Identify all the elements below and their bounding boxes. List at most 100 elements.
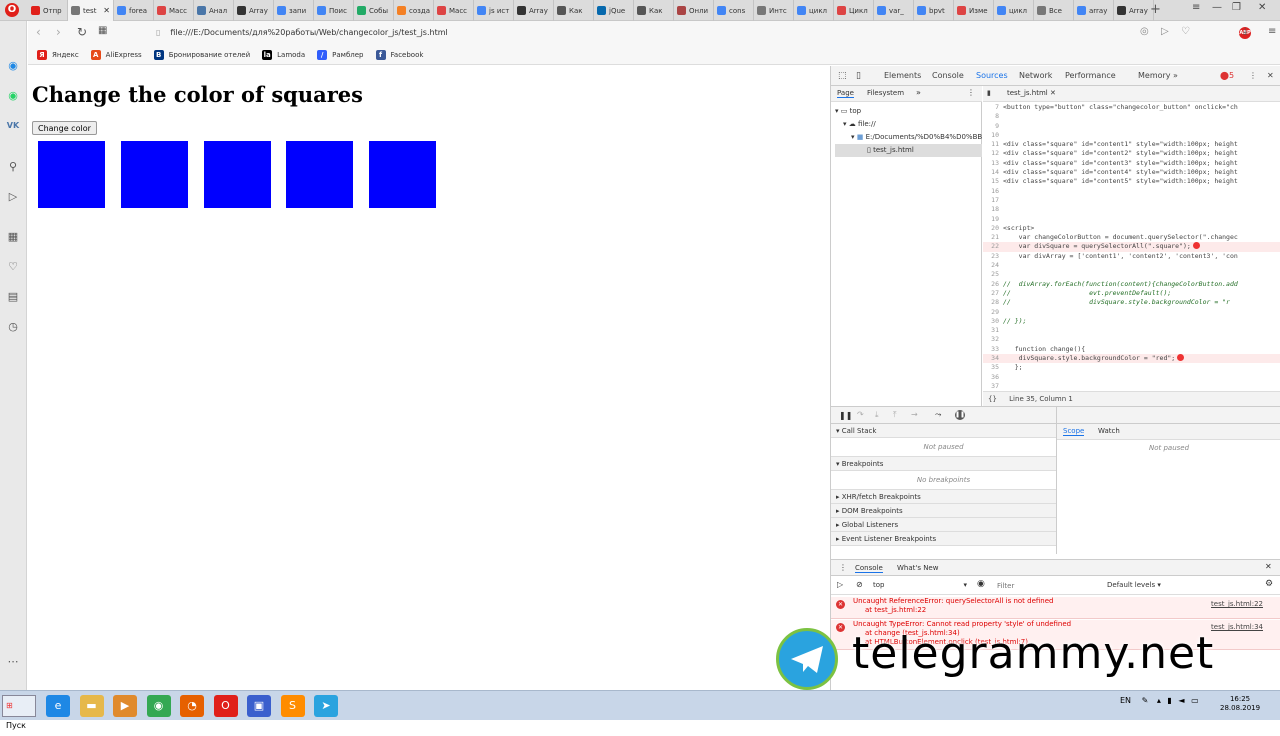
breakpoints-header[interactable]: ▾ Breakpoints (831, 457, 1056, 471)
devtools-close-icon[interactable]: ✕ (1267, 71, 1274, 80)
language-indicator[interactable]: EN (1120, 696, 1131, 705)
url-field[interactable]: ▯ file:///E:/Documents/для%20работы/Web/c… (156, 25, 1136, 41)
folder-icon[interactable]: ▬ (79, 695, 104, 717)
tree-item-top[interactable]: ▾ ▭ top (835, 105, 982, 118)
search-icon[interactable]: ⚲ (6, 160, 20, 174)
line-number[interactable]: 16 (983, 187, 1003, 196)
code-line[interactable]: 17 (983, 196, 1280, 205)
line-number[interactable]: 18 (983, 205, 1003, 214)
download-icon[interactable]: ⤓ (1243, 26, 1247, 37)
line-number[interactable]: 33 (983, 345, 1003, 354)
ie-icon[interactable]: e (46, 695, 70, 717)
code-line[interactable]: 36 (983, 373, 1280, 382)
code-line[interactable]: 37 (983, 382, 1280, 391)
start-button[interactable]: ⊞ Пуск (2, 695, 36, 730)
context-select[interactable]: top ▾ (873, 581, 967, 589)
code-line[interactable]: 30// }); (983, 317, 1280, 326)
line-number[interactable]: 8 (983, 112, 1003, 121)
line-number[interactable]: 13 (983, 159, 1003, 168)
code-line[interactable]: 14 <div class="square" id="content4" styl… (983, 168, 1280, 177)
browser-tab[interactable]: test ✕ (68, 0, 114, 21)
line-number[interactable]: 9 (983, 122, 1003, 131)
navigator-toggle-icon[interactable]: ▮ (987, 89, 991, 97)
change-color-button[interactable]: Change color (32, 121, 97, 135)
code-line[interactable]: 19 (983, 215, 1280, 224)
error-marker-icon[interactable] (1192, 242, 1200, 250)
browser-tab[interactable]: Array (1114, 0, 1154, 21)
code-line[interactable]: 13 <div class="square" id="content3" styl… (983, 159, 1280, 168)
error-count-icon[interactable]: ⬤ (1220, 71, 1229, 80)
code-line[interactable]: 10 (983, 131, 1280, 140)
bookmark-item[interactable]: f Facebook (375, 49, 423, 60)
speed-dial-icon[interactable]: ▦ (6, 230, 20, 244)
tab-elements[interactable]: Elements (884, 71, 921, 80)
line-number[interactable]: 35 (983, 363, 1003, 372)
browser-tab[interactable]: цикл (794, 0, 834, 21)
heart-icon[interactable]: ♡ (6, 260, 20, 274)
firefox-icon[interactable]: ◔ (180, 695, 204, 717)
line-number[interactable]: 27 (983, 289, 1003, 298)
tab-performance[interactable]: Performance (1065, 71, 1116, 80)
bookmark-item[interactable]: B Бронирование отелей (153, 49, 250, 60)
tab-watch[interactable]: Watch (1098, 427, 1120, 435)
new-tab-button[interactable]: + (1150, 2, 1161, 17)
bookmark-item[interactable]: Я Яндекс (37, 49, 79, 60)
line-number[interactable]: 17 (983, 196, 1003, 205)
browser-tab[interactable]: Анал (194, 0, 234, 21)
pen-icon[interactable]: ✎ (1142, 696, 1149, 705)
browser-tab[interactable]: Отпр (28, 0, 68, 21)
browser-tab[interactable]: array (1074, 0, 1114, 21)
code-line[interactable]: 24 (983, 261, 1280, 270)
code-line[interactable]: 12 <div class="square" id="content2" styl… (983, 149, 1280, 158)
log-levels-select[interactable]: Default levels ▾ (1107, 581, 1161, 589)
send-icon[interactable]: ▷ (6, 190, 20, 204)
browser-tab[interactable]: Как (554, 0, 594, 21)
line-number[interactable]: 7 (983, 103, 1003, 112)
send-icon[interactable]: ▷ (1161, 26, 1169, 37)
close-tab-icon[interactable]: ✕ (103, 6, 110, 15)
back-button[interactable]: ‹ (36, 25, 41, 39)
step-icon[interactable]: → (911, 410, 918, 419)
telegram-icon[interactable]: ➤ (314, 695, 338, 717)
browser-tab[interactable]: cons (714, 0, 754, 21)
error-source-link[interactable]: test_js.html:22 (1211, 600, 1263, 609)
nav-menu-icon[interactable]: ⋮ (967, 88, 975, 97)
browser-tab[interactable]: Array (514, 0, 554, 21)
browser-tab[interactable]: Масс (434, 0, 474, 21)
event-listener-breakpoints-header[interactable]: ▸ Event Listener Breakpoints (831, 532, 1056, 546)
forward-button[interactable]: › (56, 25, 61, 39)
reload-button[interactable]: ↻ (77, 25, 87, 39)
drawer-tab-console[interactable]: Console (855, 564, 883, 573)
code-line[interactable]: 27// evt.preventDefault(); (983, 289, 1280, 298)
line-number[interactable]: 37 (983, 382, 1003, 391)
sublime-icon[interactable]: S (280, 695, 305, 717)
line-number[interactable]: 30 (983, 317, 1003, 326)
step-out-icon[interactable]: ⤒ (893, 410, 897, 420)
code-line[interactable]: 25 (983, 270, 1280, 279)
code-line[interactable]: 28// divSquare.style.backgroundColor = "… (983, 298, 1280, 307)
browser-tab[interactable]: jQue (594, 0, 634, 21)
eye-icon[interactable]: ◉ (977, 579, 985, 589)
browser-tab[interactable]: Как (634, 0, 674, 21)
drawer-menu-icon[interactable]: ⋮ (839, 563, 847, 572)
line-number[interactable]: 21 (983, 233, 1003, 242)
bookmark-item[interactable]: A AliExpress (90, 49, 142, 60)
battery-icon[interactable]: ▭ (1191, 696, 1199, 705)
step-into-icon[interactable]: ⤓ (875, 410, 879, 420)
browser-tab[interactable]: Array (234, 0, 274, 21)
code-line[interactable]: 34 divSquare.style.backgroundColor = "re… (983, 354, 1280, 364)
browser-tab[interactable]: Все (1034, 0, 1074, 21)
browser-tab[interactable]: цикл (994, 0, 1034, 21)
browser-tab[interactable]: запи (274, 0, 314, 21)
pause-on-exceptions-icon[interactable]: ❚❚ (955, 410, 965, 420)
line-number[interactable]: 28 (983, 298, 1003, 307)
more-icon[interactable]: ⋯ (6, 655, 20, 669)
minimize-button[interactable]: — (1212, 2, 1222, 13)
code-line[interactable]: 11 <div class="square" id="content1" styl… (983, 140, 1280, 149)
devtools-menu-icon[interactable]: ⋮ (1249, 71, 1257, 80)
code-lines[interactable]: 7 <button type="button" class="changecolo… (983, 103, 1280, 391)
nav-tab-page[interactable]: Page (837, 89, 854, 98)
close-window-button[interactable]: ✕ (1258, 2, 1266, 13)
bookmark-item[interactable]: / Рамблер (317, 49, 364, 60)
volume-icon[interactable]: ◄ (1178, 696, 1184, 705)
